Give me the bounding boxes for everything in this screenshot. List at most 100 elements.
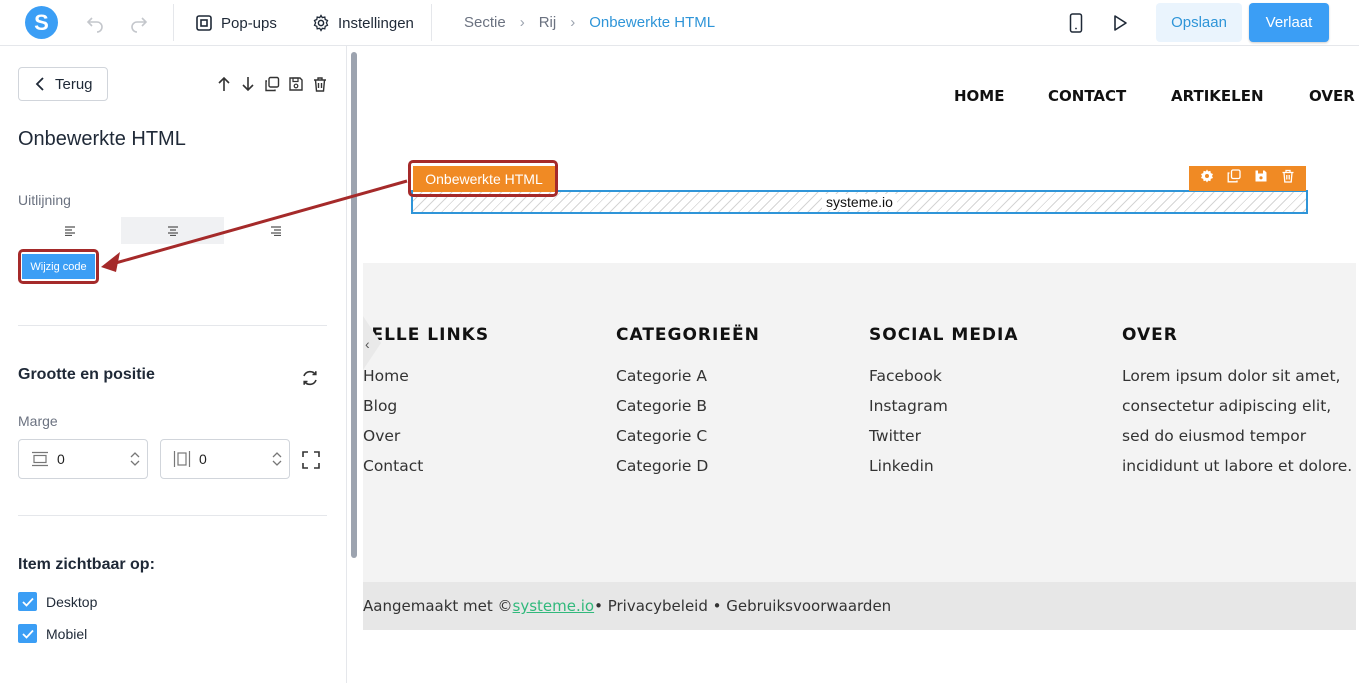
save-template-icon[interactable] [287,75,305,93]
nav-articles[interactable]: ARTIKELEN [1171,87,1264,105]
move-down-icon[interactable] [239,75,257,93]
play-preview-icon[interactable] [1109,12,1131,34]
stepper-icon[interactable] [123,450,147,468]
gear-icon [313,14,329,32]
alignment-label: Uitlijning [18,192,71,208]
nav-contact[interactable]: CONTACT [1048,87,1126,105]
horizontal-margin-icon [173,451,191,467]
panel-title: Onbewerkte HTML [18,128,186,150]
breadcrumb-section[interactable]: Sectie [464,14,506,31]
desktop-checkbox[interactable] [18,592,37,611]
settings-button[interactable]: Instellingen [312,11,414,35]
margin-horizontal-value: 0 [199,451,207,467]
gear-icon[interactable] [1200,169,1214,188]
footer-link[interactable]: Linkedin [869,451,1019,481]
align-center-icon [167,225,178,236]
back-button[interactable]: Terug [18,67,108,101]
divider [18,325,327,326]
mobile-checkbox[interactable] [18,624,37,643]
element-action-toolbar [1189,166,1306,191]
footer-link[interactable]: Blog [363,391,489,421]
popup-icon [196,15,212,31]
leave-button[interactable]: Verlaat [1249,3,1329,42]
margin-vertical-input[interactable]: 0 [18,439,148,479]
footer-link[interactable]: Twitter [869,421,1019,451]
align-left-option[interactable] [18,217,121,244]
copyright-suffix[interactable]: • Privacybeleid • Gebruiksvoorwaarden [594,597,891,615]
systeme-link[interactable]: systeme.io [513,597,595,615]
breadcrumb-current: Onbewerkte HTML [589,14,716,31]
footer-column-about: OVER Lorem ipsum dolor sit amet, consect… [1122,325,1356,481]
align-right-option[interactable] [224,217,327,244]
footer-link[interactable]: Categorie D [616,451,760,481]
nav-about[interactable]: OVER [1309,87,1355,105]
chevron-left-icon: ‹ [365,336,370,352]
footer-column-quick-links: SNELLE LINKS Home Blog Over Contact [363,325,489,481]
mobile-preview-icon[interactable] [1065,12,1087,34]
popups-label: Pop-ups [221,14,277,32]
move-up-icon[interactable] [215,75,233,93]
annotation-highlight-box [18,249,99,284]
footer-link[interactable]: Instagram [869,391,1019,421]
checkmark-icon [21,629,34,639]
footer-column-title: OVER [1122,325,1178,345]
footer-link[interactable]: Categorie B [616,391,760,421]
footer-column-social: SOCIAL MEDIA Facebook Instagram Twitter … [869,325,1019,481]
save-button[interactable]: Opslaan [1156,3,1242,42]
mobile-checkbox-row[interactable]: Mobiel [18,624,87,643]
systeme-logo[interactable]: S [25,6,58,39]
vertical-margin-icon [32,451,48,467]
popups-button[interactable]: Pop-ups [195,11,277,35]
breadcrumb-row[interactable]: Rij [539,14,557,31]
footer-column-title: SOCIAL MEDIA [869,325,1019,345]
settings-sidebar: Terug Onbewerkte HTML Uitlijning Wijzig … [0,46,347,683]
duplicate-icon[interactable] [1227,169,1241,188]
desktop-checkbox-row[interactable]: Desktop [18,592,97,611]
desktop-label: Desktop [46,593,98,610]
divider [18,515,327,516]
stepper-icon[interactable] [265,450,289,468]
back-label: Terug [55,75,93,93]
footer-link[interactable]: Facebook [869,361,1019,391]
footer-link[interactable]: Contact [363,451,489,481]
separator [173,4,174,41]
separator [431,4,432,41]
annotation-highlight-box [408,160,558,197]
nav-home[interactable]: HOME [954,87,1004,105]
settings-label: Instellingen [338,14,414,32]
raw-html-content: systeme.io [822,194,897,210]
element-toolbar [215,75,329,93]
alignment-control [18,217,327,244]
chevron-left-icon [35,77,44,91]
footer-about-text: Lorem ipsum dolor sit amet, consectetur … [1122,367,1353,475]
align-right-icon [270,225,281,236]
mobile-label: Mobiel [46,625,88,642]
duplicate-icon[interactable] [263,75,281,93]
margin-label: Marge [18,413,58,429]
undo-icon[interactable] [84,12,106,34]
save-template-icon[interactable] [1254,169,1268,188]
align-left-icon [64,225,75,236]
align-center-option[interactable] [121,217,224,244]
footer-link[interactable]: Home [363,361,489,391]
footer-column-title: SNELLE LINKS [363,325,490,345]
redo-icon[interactable] [128,12,150,34]
footer-link[interactable]: Over [363,421,489,451]
footer-link[interactable]: Categorie A [616,361,760,391]
footer-column-title: CATEGORIEËN [616,325,760,345]
chevron-right-icon: › [519,14,525,31]
trash-icon[interactable] [311,75,329,93]
expand-margin-icon[interactable] [302,451,320,474]
footer-section: SNELLE LINKS Home Blog Over Contact CATE… [363,263,1356,583]
footer-column-categories: CATEGORIEËN Categorie A Categorie B Cate… [616,325,760,481]
footer-link[interactable]: Categorie C [616,421,760,451]
margin-horizontal-input[interactable]: 0 [160,439,290,479]
checkmark-icon [21,597,34,607]
top-bar: S Pop-ups Instellingen Sectie › Rij › On… [0,0,1359,46]
trash-icon[interactable] [1281,169,1295,188]
sidebar-scrollbar[interactable] [351,52,357,558]
margin-vertical-value: 0 [57,451,65,467]
reset-icon[interactable] [300,368,320,393]
size-position-title: Grootte en positie [18,366,155,383]
breadcrumb: Sectie › Rij › Onbewerkte HTML [464,14,715,31]
